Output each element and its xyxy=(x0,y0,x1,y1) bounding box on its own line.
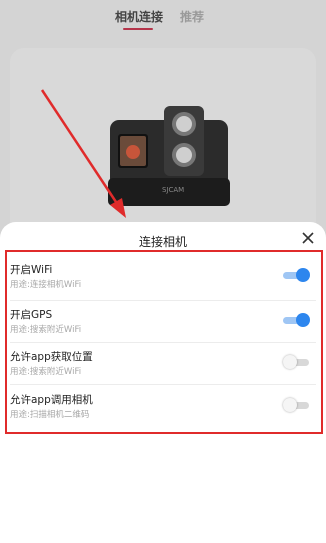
row-divider xyxy=(10,384,316,385)
permission-label: 允许app调用相机 xyxy=(10,394,93,406)
camera-brand-label: SJCAM xyxy=(162,186,184,194)
dialog-title: 连接相机 xyxy=(138,235,187,249)
gps-toggle[interactable] xyxy=(283,313,310,327)
permission-desc: 用途:扫描相机二维码 xyxy=(10,410,90,420)
permission-desc: 用途:连接相机WiFi xyxy=(10,280,82,290)
toggle-knob xyxy=(296,313,310,327)
top-tab-bar: 相机连接 推荐 xyxy=(0,0,326,40)
permission-row-location[interactable]: 允许app获取位置 用途:搜索附近WiFi xyxy=(10,343,320,387)
permission-desc: 用途:搜索附近WiFi xyxy=(10,325,82,335)
camera-image: SJCAM xyxy=(108,106,230,206)
close-icon[interactable] xyxy=(300,230,316,246)
permission-row-wifi[interactable]: 开启WiFi 用途:连接相机WiFi xyxy=(10,256,320,300)
toggle-knob xyxy=(283,355,297,369)
camera-permission-toggle[interactable] xyxy=(283,398,309,412)
permission-desc: 用途:搜索附近WiFi xyxy=(10,367,82,377)
toggle-knob xyxy=(283,398,297,412)
permission-label: 允许app获取位置 xyxy=(10,351,93,363)
connect-camera-dialog: 连接相机 开启WiFi 用途:连接相机WiFi 开启GPS 用途:搜索附近WiF… xyxy=(0,222,326,543)
wifi-toggle[interactable] xyxy=(283,268,310,282)
permission-label: 开启WiFi xyxy=(10,264,53,276)
active-tab-indicator xyxy=(123,28,153,30)
permission-row-gps[interactable]: 开启GPS 用途:搜索附近WiFi xyxy=(10,301,320,345)
permission-label: 开启GPS xyxy=(10,309,53,321)
location-toggle[interactable] xyxy=(283,355,309,369)
tab-recommend[interactable]: 推荐 xyxy=(180,8,204,25)
tab-camera-connect[interactable]: 相机连接 xyxy=(115,8,163,25)
toggle-knob xyxy=(296,268,310,282)
permission-row-camera[interactable]: 允许app调用相机 用途:扫描相机二维码 xyxy=(10,386,320,430)
